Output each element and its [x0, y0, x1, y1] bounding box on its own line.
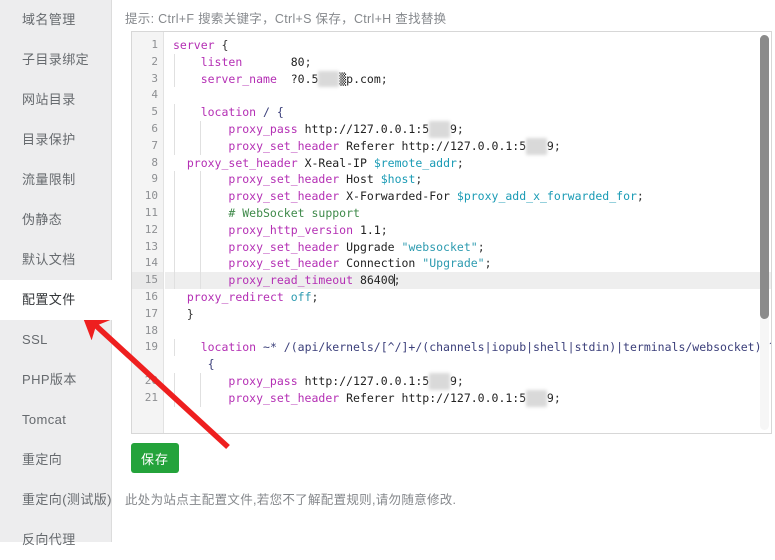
line-number: 7 — [151, 138, 158, 152]
sidebar-item-label: 伪静态 — [22, 212, 63, 227]
line-number: 1 — [151, 38, 158, 51]
code-line[interactable]: location / { — [173, 104, 771, 121]
line-number: 19 — [144, 340, 158, 354]
sidebar-item-site-directory[interactable]: 网站目录 — [0, 80, 111, 120]
main-panel: 提示: Ctrl+F 搜索关键字，Ctrl+S 保存，Ctrl+H 查找替换 1… — [112, 0, 775, 542]
line-number: 17 — [144, 306, 158, 320]
code-line[interactable]: proxy_set_header Referer http://127.0.0.… — [173, 389, 771, 407]
line-number: 21 — [144, 390, 158, 404]
sidebar-item-default-document[interactable]: 默认文档 — [0, 240, 111, 280]
sidebar-item-label: 子目录绑定 — [22, 52, 90, 67]
sidebar-item-redirect[interactable]: 重定向 — [0, 440, 111, 480]
line-number: 3 — [151, 71, 158, 85]
editor-vertical-scrollbar[interactable] — [760, 35, 769, 430]
sidebar-item-label: 重定向(测试版) — [22, 492, 112, 507]
sidebar-item-php-version[interactable]: PHP版本 — [0, 360, 111, 400]
sidebar-item-tomcat[interactable]: Tomcat — [0, 400, 111, 440]
code-line[interactable]: } — [173, 306, 771, 323]
sidebar-item-label: 重定向 — [22, 452, 63, 467]
sidebar-item-redirect-beta[interactable]: 重定向(测试版) — [0, 480, 111, 520]
code-line[interactable]: proxy_set_header Referer http://127.0.0.… — [173, 137, 771, 155]
line-number: 20 — [144, 374, 158, 387]
line-number: 5 — [151, 105, 158, 119]
scrollbar-thumb[interactable] — [760, 35, 769, 320]
line-number: 6 — [151, 122, 158, 135]
config-file-editor[interactable]: 1 2 3 4 5 6 7 8 9 10 11 12 13 14 15 16 17 18 19 20 21 server… — [131, 31, 772, 434]
config-warning-note: 此处为站点主配置文件,若您不了解配置规则,请勿随意修改. — [125, 493, 457, 507]
sidebar-item-label: 网站目录 — [22, 92, 76, 107]
sidebar-item-reverse-proxy[interactable]: 反向代理 — [0, 520, 111, 560]
code-line[interactable]: proxy_redirect off; — [173, 289, 771, 306]
code-line[interactable]: # WebSocket support — [173, 205, 771, 222]
code-line[interactable]: proxy_set_header Connection "Upgrade"; — [173, 255, 771, 272]
line-number: 13 — [144, 239, 158, 253]
sidebar-item-label: Tomcat — [22, 412, 67, 427]
sidebar-item-label: 域名管理 — [22, 12, 76, 27]
editor-gutter: 1 2 3 4 5 6 7 8 9 10 11 12 13 14 15 16 17 18 19 20 21 — [132, 32, 164, 433]
sidebar-item-label: 反向代理 — [22, 532, 76, 547]
code-line[interactable]: proxy_set_header Upgrade "websocket"; — [173, 239, 771, 256]
sidebar-item-config-file[interactable]: 配置文件 — [0, 280, 113, 320]
code-line[interactable]: location ~* /(api/kernels/[^/]+/(channel… — [173, 339, 771, 356]
line-number: 2 — [151, 54, 158, 68]
shortcut-hint: 提示: Ctrl+F 搜索关键字，Ctrl+S 保存，Ctrl+H 查找替换 — [125, 12, 447, 26]
line-number: 18 — [144, 323, 158, 337]
line-number: 10 — [144, 189, 158, 203]
code-line[interactable]: proxy_read_timeout 86400; — [173, 272, 771, 289]
code-line[interactable]: proxy_pass http://127.0.0.1:5 9; — [173, 121, 771, 138]
sidebar-item-ssl[interactable]: SSL — [0, 320, 111, 360]
sidebar-item-label: 流量限制 — [22, 172, 76, 187]
code-line[interactable] — [173, 87, 771, 104]
line-number: 9 — [151, 172, 158, 186]
line-number: 16 — [144, 290, 158, 303]
line-number: 12 — [144, 222, 158, 236]
sidebar-item-domain-management[interactable]: 域名管理 — [0, 0, 111, 40]
save-button[interactable]: 保存 — [131, 443, 179, 473]
line-number: 14 — [144, 256, 158, 270]
line-number: 11 — [144, 206, 158, 219]
code-line[interactable]: proxy_pass http://127.0.0.1:5 9; — [173, 373, 771, 390]
code-line[interactable]: proxy_set_header X-Forwarded-For $proxy_… — [173, 188, 771, 205]
line-number: 4 — [151, 88, 158, 102]
code-line[interactable] — [173, 323, 771, 340]
code-line[interactable]: server_name ?0.5 ▒p.com; — [173, 70, 771, 88]
line-number: 8 — [151, 155, 158, 169]
code-line-wrapped[interactable]: { — [173, 356, 771, 373]
code-line[interactable]: server { — [173, 37, 771, 54]
sidebar-item-label: 配置文件 — [22, 292, 76, 307]
editor-code-area[interactable]: server { listen 80; server_name ?0.5 ▒p.… — [165, 32, 771, 433]
sidebar-item-label: SSL — [22, 332, 48, 347]
sidebar-item-rewrite[interactable]: 伪静态 — [0, 200, 111, 240]
sidebar-item-label: 目录保护 — [22, 132, 76, 147]
code-line[interactable]: listen 80; — [173, 54, 771, 71]
sidebar-item-label: 默认文档 — [22, 252, 76, 267]
code-line[interactable]: proxy_http_version 1.1; — [173, 222, 771, 239]
sidebar-item-label: PHP版本 — [22, 372, 77, 387]
sidebar-item-directory-protect[interactable]: 目录保护 — [0, 120, 111, 160]
sidebar: 域名管理 子目录绑定 网站目录 目录保护 流量限制 伪静态 默认文档 配置文件 … — [0, 0, 113, 547]
line-number: 15 — [144, 273, 158, 287]
sidebar-item-traffic-limit[interactable]: 流量限制 — [0, 160, 111, 200]
code-line[interactable]: proxy_set_header X-Real-IP $remote_addr; — [173, 155, 771, 172]
editor-surface[interactable]: 1 2 3 4 5 6 7 8 9 10 11 12 13 14 15 16 17 18 19 20 21 server… — [132, 32, 771, 433]
code-line[interactable]: proxy_set_header Host $host; — [173, 171, 771, 188]
sidebar-item-subdir-binding[interactable]: 子目录绑定 — [0, 40, 111, 80]
